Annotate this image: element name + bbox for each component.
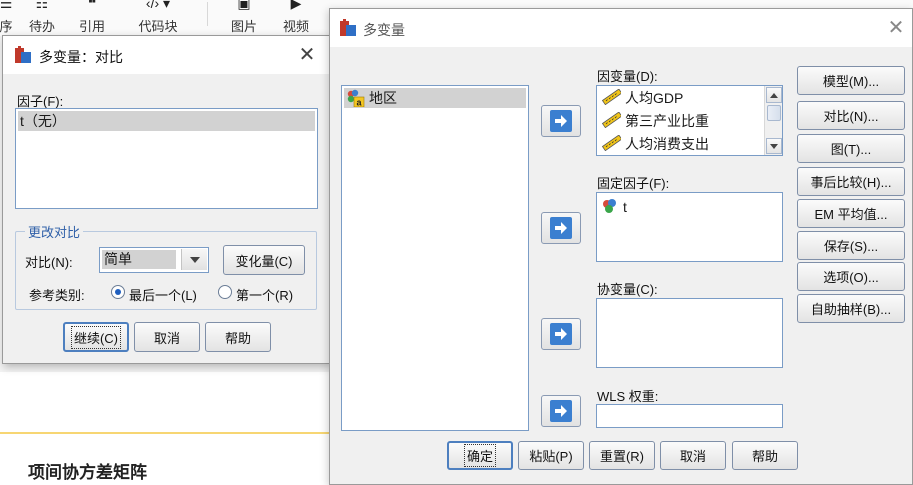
scale-ruler-icon (601, 110, 623, 131)
options-button[interactable]: 选项(O)... (797, 262, 905, 291)
variable-name: 第三产业比重 (625, 113, 709, 129)
model-button[interactable]: 模型(M)... (797, 66, 905, 95)
ribbon-code[interactable]: ‹/› ▾ 代码块 (130, 0, 186, 36)
ribbon-image[interactable]: ▣ 图片 (226, 0, 262, 36)
continue-button[interactable]: 继续(C) (63, 322, 129, 352)
close-icon[interactable]: ✕ (297, 45, 317, 65)
contrast-label: 对比(N): (25, 255, 73, 270)
arrow-right-icon (550, 400, 572, 422)
fixed-factor-label: 固定因子(F): (597, 176, 670, 191)
paste-button[interactable]: 粘贴(P) (518, 441, 584, 470)
cancel-button[interactable]: 取消 (660, 441, 726, 470)
list-item[interactable]: 第三产业比重 (599, 110, 762, 131)
contrast-select-value: 简单 (102, 250, 176, 269)
multivariate-dialog: 多变量 ✕ a 地区 因变量(D): 人均GDP 第三产业比重 人均消费支出 固… (329, 8, 913, 485)
close-icon[interactable]: ✕ (886, 18, 906, 38)
ribbon-todo-label: 待办 (28, 19, 55, 34)
reset-button[interactable]: 重置(R) (589, 441, 655, 470)
list-item[interactable]: t (599, 197, 780, 217)
radio-last[interactable] (111, 285, 125, 299)
contrast-dialog-titlebar[interactable]: 多变量：对比 ✕ (3, 36, 329, 74)
radio-first-label[interactable]: 第一个(R) (236, 285, 293, 304)
variable-name: 地区 (369, 90, 397, 106)
list-icon: ☷ (35, 0, 49, 11)
help-button[interactable]: 帮助 (732, 441, 798, 470)
em-means-button[interactable]: EM 平均值... (797, 199, 905, 228)
reference-category-label: 参考类别: (29, 288, 85, 303)
arrow-right-icon (550, 217, 572, 239)
cancel-button[interactable]: 取消 (134, 322, 200, 352)
ribbon-video[interactable]: ▶ 视频 (276, 0, 316, 36)
scroll-up-icon[interactable] (766, 87, 782, 103)
move-to-fixed-factor-button[interactable] (541, 212, 581, 244)
move-to-covariate-button[interactable] (541, 318, 581, 350)
ribbon-video-label: 视频 (282, 19, 309, 34)
scroll-down-icon[interactable] (766, 138, 782, 154)
scale-ruler-icon (601, 87, 623, 108)
ok-button-label: 确定 (463, 444, 496, 467)
continue-button-label: 继续(C) (70, 325, 122, 349)
list-item[interactable]: t（无） (18, 111, 315, 131)
variable-name: t (623, 199, 627, 215)
list-item[interactable]: 人均消费支出 (599, 133, 762, 154)
plots-button[interactable]: 图(T)... (797, 134, 905, 163)
ribbon-code-label: 代码块 (138, 19, 178, 34)
help-button[interactable]: 帮助 (205, 322, 271, 352)
contrast-select[interactable]: 简单 (99, 247, 209, 273)
list-item[interactable]: a 地区 (344, 88, 526, 108)
bootstrap-button[interactable]: 自助抽样(B)... (797, 294, 905, 323)
change-button[interactable]: 变化量(C) (223, 245, 305, 275)
multivariate-dialog-title: 多变量 (363, 22, 405, 38)
contrast-dialog: 多变量：对比 ✕ 因子(F): t（无） 更改对比 对比(N): 简单 变化量(… (2, 35, 330, 364)
ribbon-partial-label: 序 (0, 19, 13, 34)
variable-name: 人均消费支出 (625, 136, 709, 152)
fixed-factor-list[interactable]: t (596, 192, 783, 262)
code-icon: ‹/› ▾ (145, 0, 171, 11)
dependent-label: 因变量(D): (597, 69, 658, 84)
ribbon-partial-item: ☰ 序 (0, 0, 16, 36)
ribbon-quote[interactable]: ❝ 引用 (72, 0, 112, 36)
move-to-dependent-button[interactable] (541, 105, 581, 137)
multivariate-dialog-titlebar[interactable]: 多变量 ✕ (330, 9, 912, 47)
arrow-right-icon (550, 323, 572, 345)
covariate-label: 协变量(C): (597, 282, 658, 297)
ribbon-todo[interactable]: ☷ 待办 (24, 0, 60, 36)
video-icon: ▶ (290, 0, 302, 11)
ribbon-image-label: 图片 (230, 19, 257, 34)
dependent-variable-list[interactable]: 人均GDP 第三产业比重 人均消费支出 (596, 85, 783, 156)
image-icon: ▣ (237, 0, 251, 11)
background-page-divider (0, 432, 330, 434)
dependent-list-scrollbar[interactable] (764, 86, 782, 155)
ok-button[interactable]: 确定 (447, 441, 513, 470)
variable-name: 人均GDP (625, 90, 684, 106)
arrow-right-icon (550, 110, 572, 132)
nominal-factor-icon (601, 198, 619, 217)
nominal-string-icon: a (346, 89, 366, 108)
source-variable-list[interactable]: a 地区 (341, 85, 529, 431)
radio-first[interactable] (218, 285, 232, 299)
post-hoc-button[interactable]: 事后比较(H)... (797, 167, 905, 196)
scroll-thumb[interactable] (767, 105, 781, 121)
partial-icon: ☰ (0, 0, 13, 11)
change-contrast-group-title: 更改对比 (25, 222, 84, 241)
spss-app-icon (340, 19, 358, 37)
contrast-dialog-title: 多变量：对比 (39, 49, 123, 65)
quote-icon: ❝ (87, 0, 97, 11)
move-to-wls-button[interactable] (541, 395, 581, 427)
factor-list[interactable]: t（无） (15, 108, 318, 209)
wls-label: WLS 权重: (597, 389, 659, 404)
chevron-down-icon[interactable] (181, 249, 207, 270)
radio-last-label[interactable]: 最后一个(L) (129, 285, 197, 304)
covariate-list[interactable] (596, 298, 783, 368)
list-item[interactable]: 人均GDP (599, 87, 762, 108)
ribbon-quote-label: 引用 (78, 19, 105, 34)
spss-app-icon (15, 46, 33, 64)
scale-ruler-icon (601, 133, 623, 154)
document-heading: 项间协方差矩阵 (28, 463, 147, 482)
save-button[interactable]: 保存(S)... (797, 231, 905, 260)
wls-weight-field[interactable] (596, 404, 783, 428)
contrast-button[interactable]: 对比(N)... (797, 101, 905, 130)
ribbon-divider (207, 2, 208, 26)
